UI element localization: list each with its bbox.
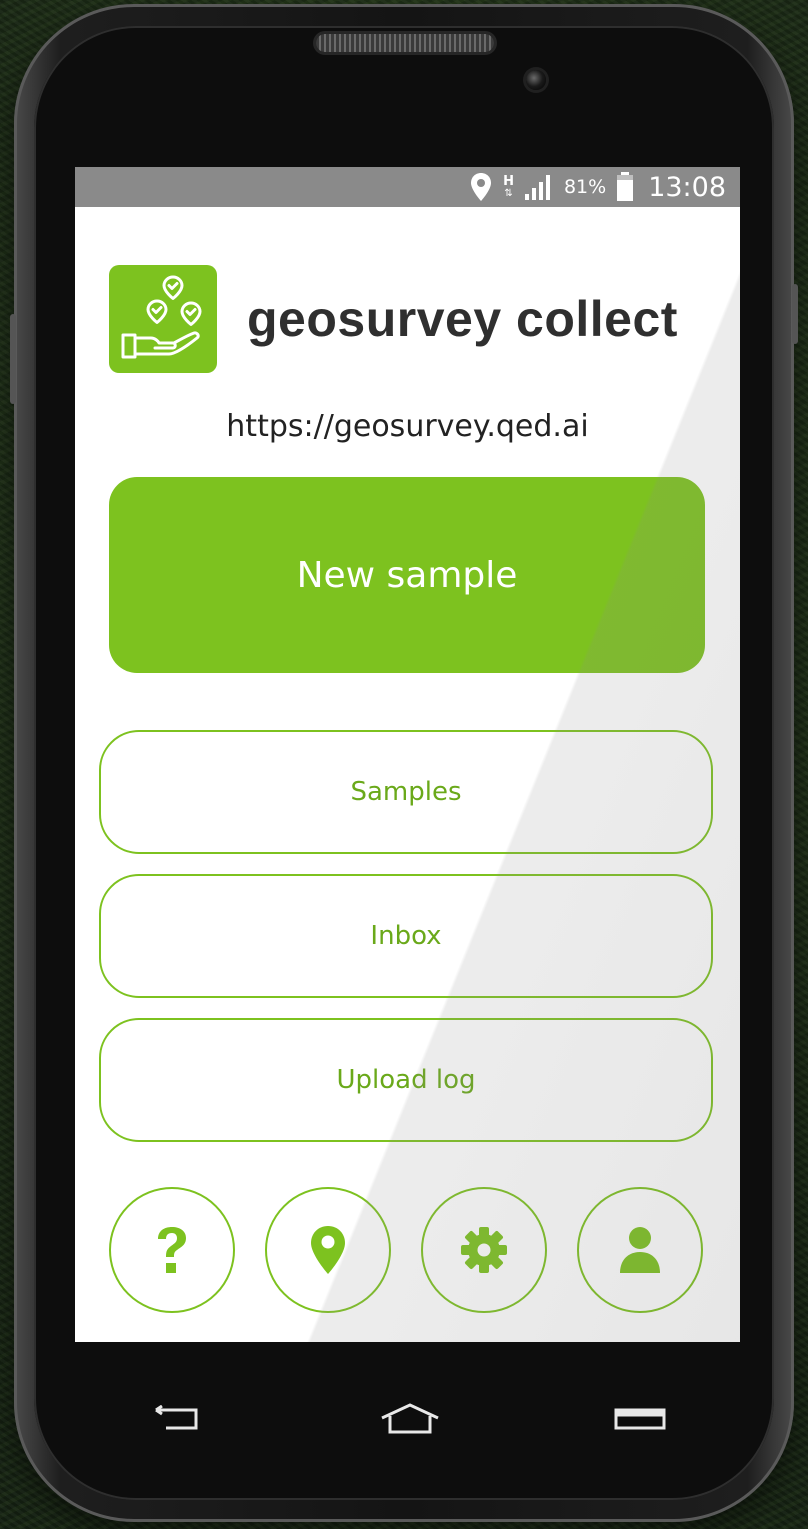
earpiece-speaker bbox=[316, 34, 494, 52]
app-screen: H ⇅ 81% 13:08 geosurvey collect https://… bbox=[75, 167, 740, 1342]
front-camera bbox=[526, 70, 546, 90]
help-icon bbox=[158, 1227, 186, 1273]
upload-log-button[interactable]: Upload log bbox=[99, 1018, 713, 1142]
status-bar: H ⇅ 81% 13:08 bbox=[75, 167, 740, 207]
server-url: https://geosurvey.qed.ai bbox=[226, 409, 589, 444]
help-button[interactable] bbox=[109, 1187, 235, 1313]
back-icon bbox=[155, 1405, 198, 1430]
network-type-indicator: H ⇅ bbox=[503, 173, 514, 199]
location-pin-icon bbox=[311, 1226, 345, 1274]
hand-with-pins-icon bbox=[121, 275, 202, 359]
recent-apps-button[interactable] bbox=[605, 1394, 675, 1444]
home-button[interactable] bbox=[375, 1394, 445, 1444]
battery-icon bbox=[616, 172, 634, 202]
account-button[interactable] bbox=[577, 1187, 703, 1313]
user-icon bbox=[620, 1227, 660, 1273]
inbox-button[interactable]: Inbox bbox=[99, 874, 713, 998]
gear-icon bbox=[461, 1227, 507, 1273]
status-time: 13:08 bbox=[648, 171, 726, 203]
recent-apps-icon bbox=[614, 1408, 666, 1430]
app-logo bbox=[109, 265, 217, 373]
battery-percent: 81% bbox=[563, 176, 607, 198]
app-title: geosurvey collect bbox=[247, 291, 678, 347]
location-button[interactable] bbox=[265, 1187, 391, 1313]
navigation-bar bbox=[75, 1342, 740, 1502]
new-sample-button[interactable]: New sample bbox=[109, 477, 705, 673]
volume-button bbox=[10, 314, 16, 404]
home-icon bbox=[381, 1403, 439, 1434]
app-header: geosurvey collect bbox=[109, 265, 678, 373]
power-button bbox=[792, 284, 798, 344]
back-button[interactable] bbox=[141, 1394, 211, 1444]
samples-button[interactable]: Samples bbox=[99, 730, 713, 854]
location-pin-icon bbox=[469, 172, 493, 202]
settings-button[interactable] bbox=[421, 1187, 547, 1313]
network-type-label: H bbox=[503, 173, 514, 189]
signal-bars-icon bbox=[524, 173, 554, 201]
